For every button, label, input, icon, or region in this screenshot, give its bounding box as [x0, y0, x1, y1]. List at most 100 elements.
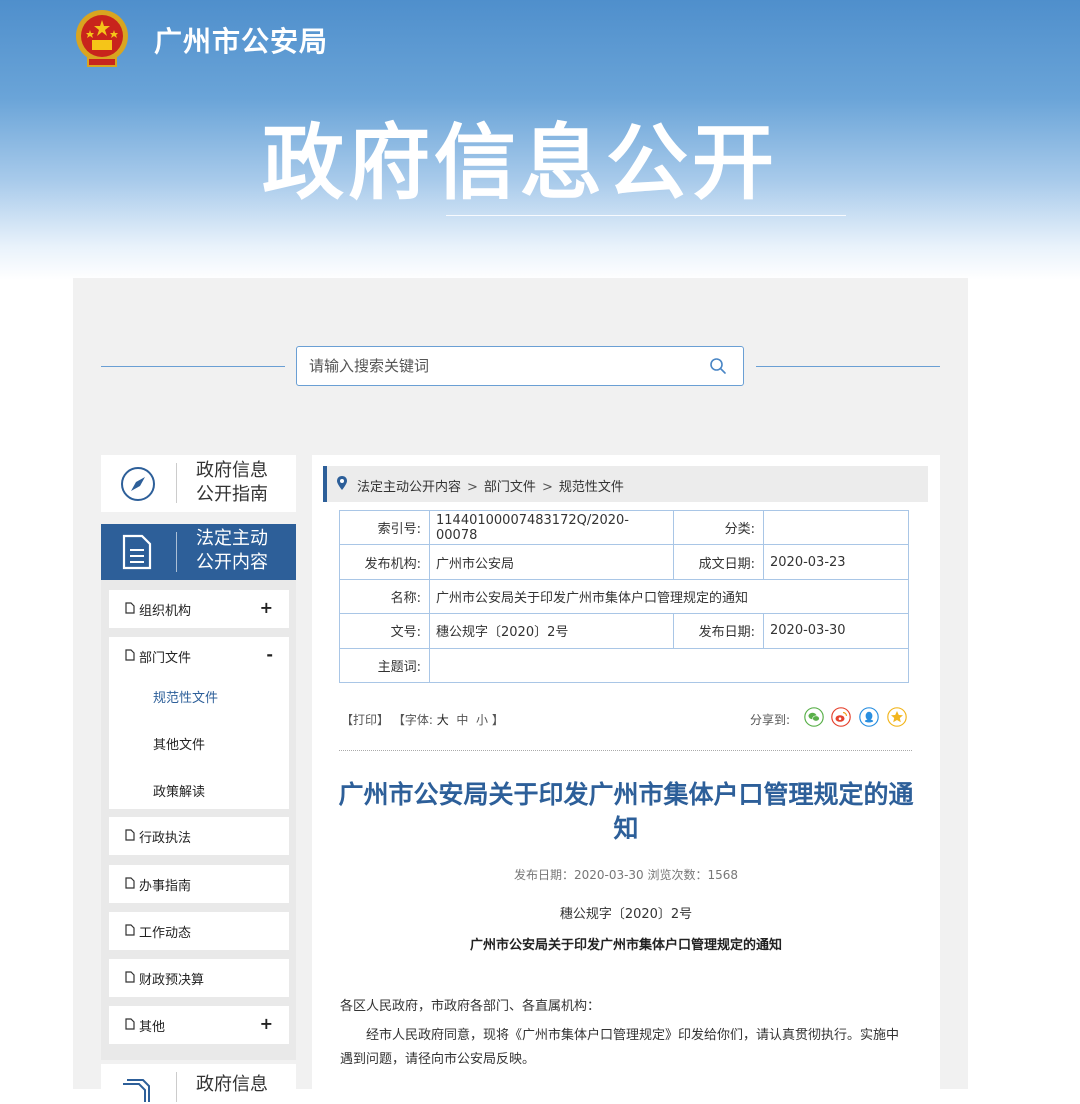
sidebar-subitem-other[interactable]: 其他文件 — [153, 734, 205, 753]
active-divider — [176, 532, 177, 572]
page-icon — [125, 829, 135, 841]
article-pubinfo: 发布日期：2020-03-30 浏览次数：1568 — [513, 868, 739, 882]
meta-value-name: 广州市公安局关于印发广州市集体户口管理规定的通知 — [429, 578, 909, 615]
expand-icon[interactable]: + — [260, 1014, 273, 1033]
collapse-icon[interactable]: - — [266, 645, 273, 664]
sidebar-item-label: 其他 — [139, 1020, 166, 1035]
section-divider — [339, 750, 912, 751]
meta-value-keyword — [429, 647, 909, 683]
sidebar-item-work-news[interactable]: 工作动态 — [109, 912, 289, 950]
sidebar-item-other[interactable]: 其他 + — [109, 1006, 289, 1044]
document-icon — [122, 534, 152, 570]
breadcrumb-sep: > — [467, 480, 478, 495]
search-input[interactable] — [309, 347, 689, 385]
article-paragraph: 各区人民政府，市政府各部门、各直属机构： — [340, 999, 601, 1014]
active-title-line1: 法定主动 — [196, 528, 268, 549]
sidebar-subitem-normative[interactable]: 规范性文件 — [153, 687, 218, 706]
sidebar-item-label: 部门文件 — [139, 651, 192, 666]
print-link[interactable]: 【打印】 — [341, 713, 389, 727]
search-box — [296, 346, 744, 386]
sidebar-item-label: 组织机构 — [139, 604, 192, 619]
meta-label: 索引号: — [339, 509, 430, 546]
meta-label: 成文日期: — [673, 544, 764, 580]
search-divider-right — [756, 366, 940, 367]
table-row: 主题词: — [339, 647, 909, 683]
sidebar-item-label: 财政预决算 — [139, 973, 205, 988]
bottom-title: 政府信息 — [196, 1074, 268, 1095]
page-icon — [125, 971, 135, 983]
guide-title-line1: 政府信息 — [196, 460, 268, 481]
article-docno: 穗公规字〔2020〕2号 — [559, 907, 693, 922]
meta-value-created: 2020-03-23 — [763, 544, 909, 580]
sidebar-guide-link[interactable]: 政府信息 公开指南 — [101, 455, 296, 512]
location-pin-icon — [337, 476, 347, 490]
table-row: 索引号: 11440100007483172Q/2020-00078 分类: — [339, 509, 909, 546]
breadcrumb-trail: 法定主动公开内容 > 部门文件 > 规范性文件 — [357, 476, 624, 495]
guide-title: 政府信息 公开指南 — [196, 459, 268, 507]
sidebar-item-org[interactable]: 组织机构 + — [109, 590, 289, 628]
sidebar-item-label: 工作动态 — [139, 926, 192, 941]
guide-divider — [176, 463, 177, 503]
meta-label: 名称: — [339, 578, 430, 615]
font-small-link[interactable]: 小 — [476, 713, 488, 727]
meta-label: 分类: — [673, 509, 764, 546]
site-header: 广州市公安局 政府信息公开 — [0, 0, 1080, 280]
document-stack-icon — [123, 1079, 150, 1102]
meta-value-index: 11440100007483172Q/2020-00078 — [429, 509, 674, 546]
breadcrumb-item-public-content[interactable]: 法定主动公开内容 — [357, 480, 461, 495]
sidebar-item-enforcement[interactable]: 行政执法 — [109, 817, 289, 855]
share-label: 分享到: — [750, 713, 791, 727]
bottom-divider — [176, 1072, 177, 1102]
meta-label: 主题词: — [339, 647, 430, 683]
table-row: 发布机构: 广州市公安局 成文日期: 2020-03-23 — [339, 544, 909, 580]
qzone-icon[interactable] — [887, 707, 907, 727]
meta-value-publisher: 广州市公安局 — [429, 544, 674, 580]
breadcrumb-item-dept-docs[interactable]: 部门文件 — [484, 480, 536, 495]
meta-value-category — [763, 509, 909, 546]
sidebar-subitem-policy[interactable]: 政策解读 — [153, 781, 205, 800]
search-icon[interactable] — [709, 357, 727, 375]
font-size-prefix: 【字体: — [392, 713, 433, 727]
site-name: 广州市公安局 — [154, 25, 329, 58]
weibo-icon[interactable] — [831, 707, 851, 727]
hero-title: 政府信息公开 — [261, 116, 778, 211]
national-emblem-icon — [76, 10, 128, 67]
wechat-icon[interactable] — [804, 707, 824, 727]
sidebar-item-label: 办事指南 — [139, 879, 192, 894]
font-medium-link[interactable]: 中 — [456, 713, 468, 727]
compass-icon — [121, 467, 155, 501]
page-icon — [125, 602, 135, 614]
sidebar-item-budget[interactable]: 财政预决算 — [109, 959, 289, 997]
breadcrumb-sep: > — [541, 480, 553, 495]
meta-label: 发布机构: — [339, 544, 430, 580]
sidebar-active-section[interactable]: 法定主动 公开内容 — [101, 524, 296, 580]
meta-value-docno: 穗公规字〔2020〕2号 — [429, 613, 674, 649]
active-title-line2: 公开内容 — [196, 552, 268, 573]
hero-divider — [446, 215, 846, 216]
page-icon — [125, 1018, 135, 1030]
meta-label: 文号: — [339, 613, 430, 649]
breadcrumb-item-normative[interactable]: 规范性文件 — [559, 480, 624, 495]
document-meta-table: 索引号: 11440100007483172Q/2020-00078 分类: 发… — [339, 509, 909, 683]
meta-label: 发布日期: — [673, 613, 764, 649]
article-paragraph: 经市人民政府同意，现将《广州市集体户口管理规定》印发给你们，请认真贯彻执行。实施… — [340, 1028, 900, 1067]
search-divider-left — [101, 366, 285, 367]
meta-value-pubdate: 2020-03-30 — [763, 613, 909, 649]
font-size-suffix: 】 — [491, 713, 504, 727]
font-large-link[interactable]: 大 — [437, 713, 449, 727]
sidebar-item-dept-docs[interactable]: 部门文件 - — [109, 637, 289, 675]
article-tools: 【打印】 【字体: 大 中 小 】 — [341, 711, 504, 728]
qq-icon[interactable] — [859, 707, 879, 727]
table-row: 文号: 穗公规字〔2020〕2号 发布日期: 2020-03-30 — [339, 613, 909, 649]
table-row: 名称: 广州市公安局关于印发广州市集体户口管理规定的通知 — [339, 578, 909, 615]
active-title: 法定主动 公开内容 — [196, 527, 268, 575]
page-icon — [125, 649, 135, 661]
article-subtitle: 广州市公安局关于印发广州市集体户口管理规定的通知 — [469, 938, 782, 953]
expand-icon[interactable]: + — [260, 598, 273, 617]
sidebar-bottom-link[interactable]: 政府信息 — [101, 1064, 296, 1104]
sidebar-item-service-guide[interactable]: 办事指南 — [109, 865, 289, 903]
guide-title-line2: 公开指南 — [196, 484, 268, 505]
sidebar-item-label: 行政执法 — [139, 831, 192, 846]
breadcrumb: 法定主动公开内容 > 部门文件 > 规范性文件 — [323, 466, 928, 502]
page-icon — [125, 924, 135, 936]
